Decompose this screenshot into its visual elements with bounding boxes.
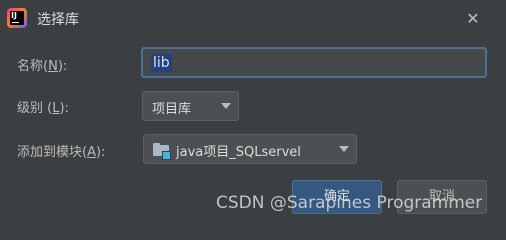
name-label: 名称(N): [17, 59, 68, 74]
level-dropdown-value: 项目库 [152, 102, 192, 117]
module-folder-icon [153, 143, 171, 160]
intellij-idea-icon: IJ [7, 8, 27, 28]
library-name-value: lib [151, 54, 172, 72]
close-icon[interactable]: ✕ [462, 8, 484, 30]
dialog-title-bar: IJ 选择库 ✕ [0, 0, 506, 36]
module-dropdown[interactable]: java项目_SQLservel [143, 134, 357, 164]
library-name-input[interactable]: lib [141, 47, 487, 78]
watermark: CSDN @Sarapines Programmer [216, 193, 483, 213]
level-dropdown[interactable]: 项目库 [142, 91, 239, 121]
level-label: 级别 (L): [17, 101, 69, 116]
module-dropdown-value: java项目_SQLservel [176, 145, 301, 160]
module-label: 添加到模块(A): [17, 145, 106, 160]
dialog-title: 选择库 [37, 12, 79, 28]
chevron-down-icon [339, 146, 349, 152]
chevron-down-icon [221, 103, 231, 109]
